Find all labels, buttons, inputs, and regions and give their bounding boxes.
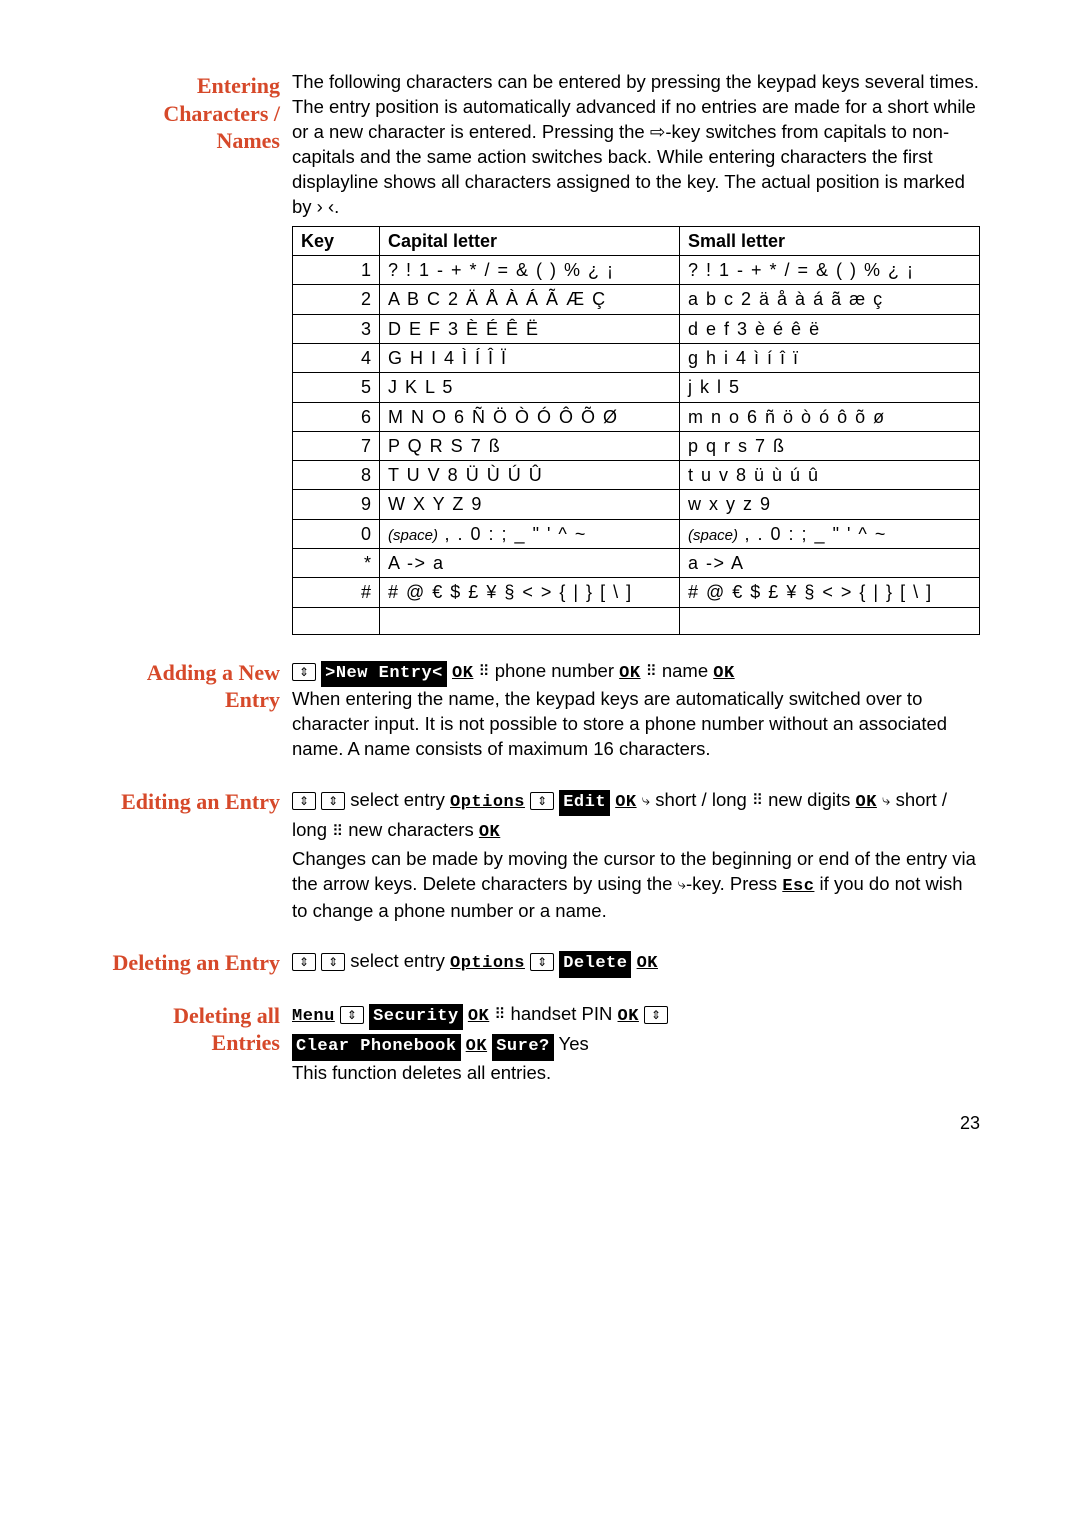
numeric-icon: ⠿ [479, 660, 490, 683]
updown-key-icon: ⇕ [292, 663, 316, 681]
updown-key-icon: ⇕ [292, 953, 316, 971]
label-phone-number: phone number [495, 660, 614, 681]
col-key: Key [293, 226, 380, 255]
table-row: 4G H I 4 Ì Í Î Ïg h i 4 ì í î ï [293, 344, 980, 373]
table-row: 2A B C 2 Ä Å À Á Ã Æ Ça b c 2 ä å à á ã … [293, 285, 980, 314]
table-row: 3D E F 3 È É Ê Ëd e f 3 è é ê ë [293, 314, 980, 343]
entering-paragraph: The following characters can be entered … [292, 70, 980, 220]
table-row: 0(space) , . 0 : ; _ " ' ^ ~(space) , . … [293, 519, 980, 548]
lcd-options: Options [450, 793, 525, 812]
lcd-ok: OK [856, 793, 877, 812]
label-yes: Yes [559, 1033, 589, 1054]
table-row: ## @ € $ £ ¥ § < > { | } [ \ ]# @ € $ £ … [293, 578, 980, 607]
numeric-icon: ⠿ [332, 820, 343, 843]
table-row: *A -> aa -> A [293, 549, 980, 578]
right-arrow-icon: ⤷ [678, 875, 686, 895]
lcd-ok: OK [618, 1007, 639, 1026]
updown-key-icon: ⇕ [292, 792, 316, 810]
label-select-entry: select entry [350, 950, 445, 971]
deleting-all-paragraph: This function deletes all entries. [292, 1061, 980, 1086]
table-row: 5J K L 5j k l 5 [293, 373, 980, 402]
lcd-ok: OK [615, 793, 636, 812]
col-small: Small letter [680, 226, 980, 255]
label-new-digits: new digits [768, 789, 850, 810]
lcd-ok: OK [479, 823, 500, 842]
numeric-icon: ⠿ [494, 1003, 505, 1026]
page-number: 23 [100, 1111, 980, 1135]
updown-key-icon: ⇕ [321, 792, 345, 810]
table-row: 8T U V 8 Ü Ù Ú Ût u v 8 ü ù ú û [293, 461, 980, 490]
updown-key-icon: ⇕ [530, 792, 554, 810]
lcd-options: Options [450, 954, 525, 973]
lcd-clear-phonebook: Clear Phonebook [292, 1034, 461, 1060]
lcd-ok: OK [637, 954, 658, 973]
label-short-long: short / long [655, 789, 747, 810]
updown-key-icon: ⇕ [644, 1006, 668, 1024]
label-select-entry: select entry [350, 789, 445, 810]
lcd-new-entry: >New Entry< [321, 661, 447, 687]
lcd-ok: OK [619, 664, 640, 683]
adding-paragraph: When entering the name, the keypad keys … [292, 687, 980, 762]
editing-paragraph: Changes can be made by moving the cursor… [292, 847, 980, 924]
deleting-steps: ⇕ ⇕ select entry Options ⇕ Delete OK [292, 947, 980, 977]
editing-steps: ⇕ ⇕ select entry Options ⇕ Edit OK ⤷ sho… [292, 786, 980, 847]
adding-steps: ⇕ >New Entry< OK ⠿ phone number OK ⠿ nam… [292, 657, 980, 687]
numeric-icon: ⠿ [752, 789, 763, 812]
table-row: 6M N O 6 Ñ Ö Ò Ó Ô Õ Øm n o 6 ñ ö ò ó ô … [293, 402, 980, 431]
lcd-edit: Edit [559, 790, 610, 816]
lcd-menu: Menu [292, 1007, 335, 1026]
lcd-ok: OK [466, 1037, 487, 1056]
right-arrow-icon: ⤷ [882, 789, 890, 812]
updown-key-icon: ⇕ [321, 953, 345, 971]
label-name: name [662, 660, 708, 681]
lcd-ok: OK [713, 664, 734, 683]
table-row: 1? ! 1 - + * / = & ( ) % ¿ ¡? ! 1 - + * … [293, 256, 980, 285]
table-row: 9W X Y Z 9w x y z 9 [293, 490, 980, 519]
numeric-icon: ⠿ [646, 660, 657, 683]
table-row: 7P Q R S 7 ßp q r s 7 ß [293, 431, 980, 460]
updown-key-icon: ⇕ [530, 953, 554, 971]
label-new-characters: new characters [348, 819, 473, 840]
lcd-ok: OK [468, 1007, 489, 1026]
section-heading-adding: Adding a New Entry [100, 657, 292, 714]
lcd-delete: Delete [559, 951, 631, 977]
lcd-ok: OK [452, 664, 473, 683]
label-handset-pin: handset PIN [511, 1003, 613, 1024]
section-heading-entering: Entering Characters / Names [100, 70, 292, 155]
section-heading-deleting-all: Deleting all Entries [100, 1000, 292, 1057]
right-arrow-icon: ⤷ [642, 789, 650, 812]
character-table: Key Capital letter Small letter 1? ! 1 -… [292, 226, 980, 635]
col-capital: Capital letter [380, 226, 680, 255]
lcd-sure: Sure? [492, 1034, 554, 1060]
section-heading-editing: Editing an Entry [100, 786, 292, 816]
updown-key-icon: ⇕ [340, 1006, 364, 1024]
lcd-security: Security [369, 1004, 463, 1030]
deleting-all-steps: Menu ⇕ Security OK ⠿ handset PIN OK ⇕ Cl… [292, 1000, 980, 1061]
section-heading-deleting: Deleting an Entry [100, 947, 292, 977]
